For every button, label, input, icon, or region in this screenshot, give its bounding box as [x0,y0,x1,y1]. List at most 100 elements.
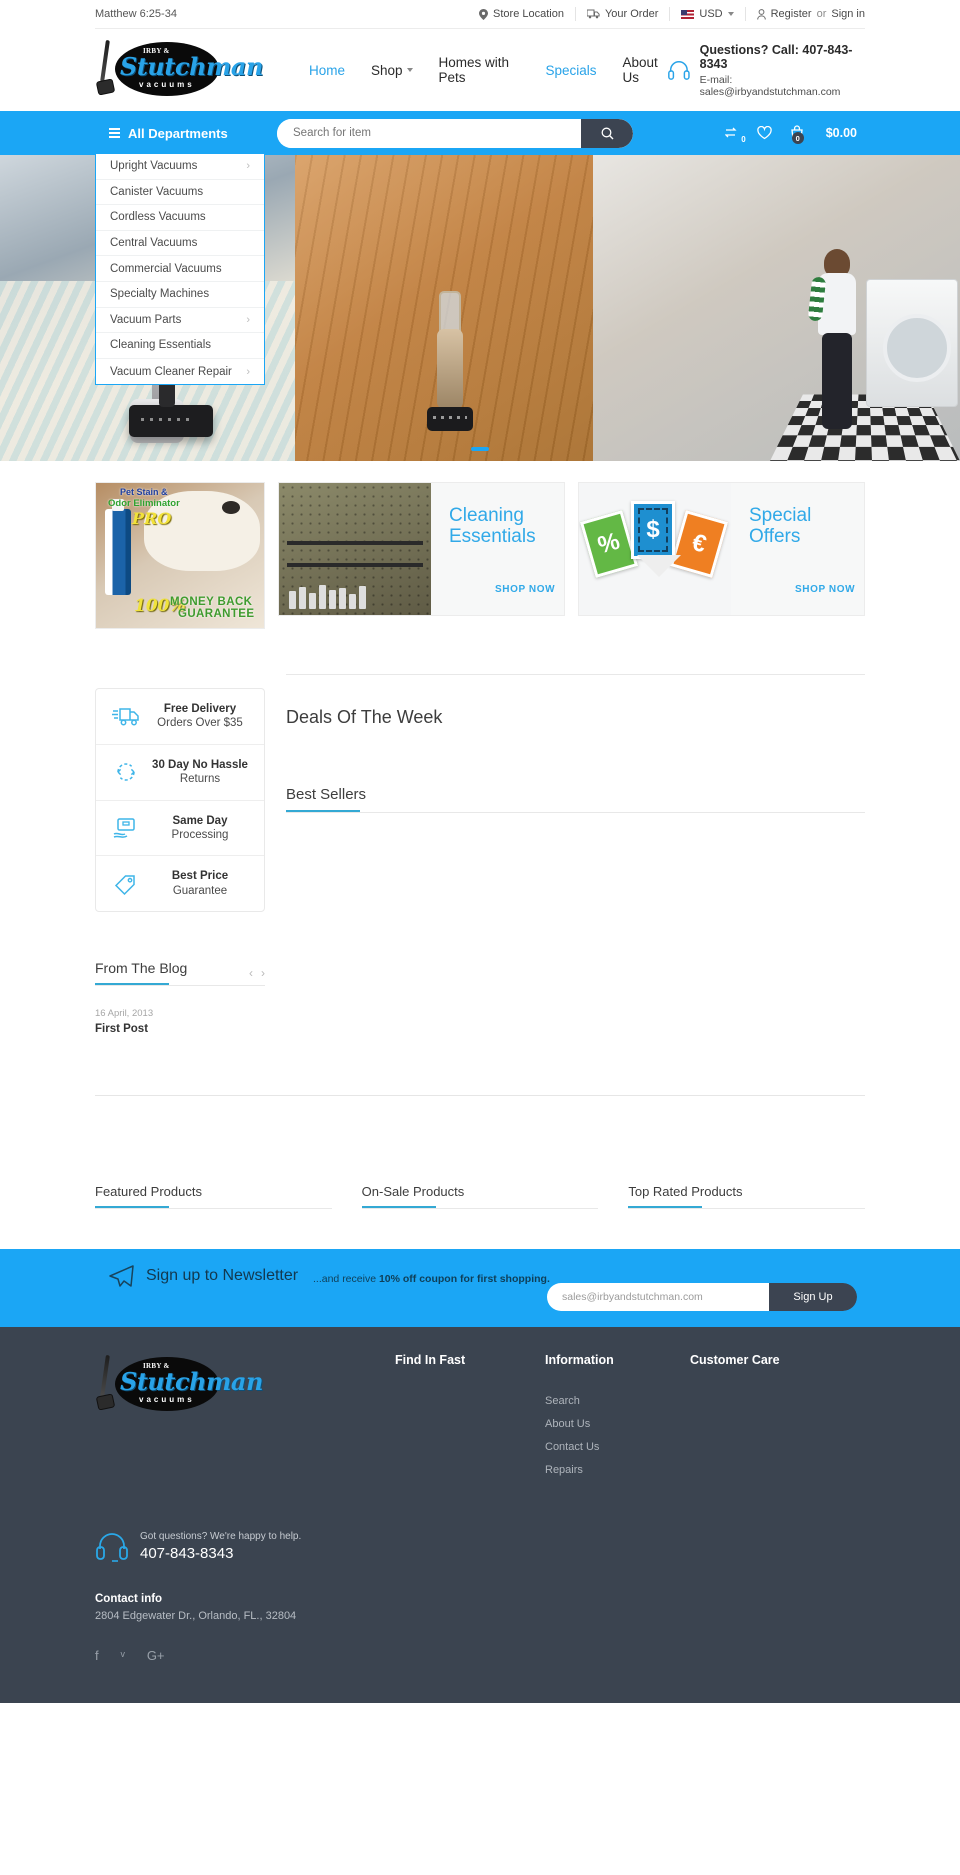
tab-on-sale-products[interactable]: On-Sale Products [361,1184,599,1209]
blog-post-item[interactable]: 16 April, 2013 First Post [95,1008,265,1035]
nav-item-homes-with-pets[interactable]: Homes with Pets [439,55,520,85]
hero-dot-1[interactable] [471,447,489,451]
delivery-truck-icon [112,708,139,726]
store-location-link[interactable]: Store Location [468,7,575,21]
google-plus-icon[interactable]: G+ [147,1648,165,1663]
price-tag-icon [114,874,135,895]
promo-offers-title: Special Offers [749,505,811,548]
footer-column-customer-care: Customer Care [690,1353,835,1487]
headset-icon [667,61,690,80]
dept-item-upright-vacuums[interactable]: Upright Vacuums › [96,154,264,180]
promo-offers-cta[interactable]: SHOP NOW [795,584,855,595]
service-subtitle: Processing [171,828,229,841]
blog-post-date: 16 April, 2013 [95,1008,154,1019]
register-link[interactable]: Register [771,7,812,21]
pet-promo-image: Pet Stain & Odor Eliminator PRO 100% MON… [96,483,264,628]
tab-featured-products[interactable]: Featured Products [95,1184,332,1209]
footer-link-search[interactable]: Search [545,1395,690,1407]
newsletter-email-input[interactable] [547,1283,769,1311]
blog-post-title[interactable]: First Post [95,1023,265,1035]
dept-label: Vacuum Cleaner Repair [110,365,232,378]
blog-title: From The Blog [95,960,187,985]
currency-selector[interactable]: USD [669,7,744,21]
store-location-label: Store Location [493,8,564,20]
nav-label-about-us: About Us [622,55,658,85]
heart-icon [757,126,772,140]
cart-button[interactable]: 0 [789,125,805,144]
wishlist-button[interactable] [757,126,772,140]
footer-support-phone: 407-843-8343 [140,1544,234,1562]
site-footer: IRBY & Stutchman vacuums Find In Fast In… [0,1327,960,1703]
arrow-down-icon [637,555,681,577]
nav-item-home[interactable]: Home [309,63,345,78]
chevron-right-icon: › [246,365,250,378]
blog-prev-button[interactable]: ‹ [249,966,253,980]
nav-item-about-us[interactable]: About Us [622,55,666,85]
your-order-link[interactable]: Your Order [574,7,669,21]
nav-item-shop[interactable]: Shop [371,63,413,78]
header-email-text: E-mail: sales@irbyandstutchman.com [699,73,841,98]
cart-count: 0 [791,132,804,144]
footer-link-about-us[interactable]: About Us [545,1418,690,1430]
search-input[interactable] [277,118,581,148]
promo-cleaning-essentials[interactable]: Cleaning Essentials SHOP NOW [278,482,565,616]
dept-label: Central Vacuums [110,237,198,250]
product-bottle [105,499,131,595]
blog-carousel-controls[interactable]: ‹ › [249,966,265,980]
promo-special-offers[interactable]: % € $ Special Offers SHOP NOW [578,482,865,616]
footer-link-repairs[interactable]: Repairs [545,1464,690,1476]
compare-icon [724,127,737,138]
dept-item-vacuum-cleaner-repair[interactable]: Vacuum Cleaner Repair › [96,359,264,385]
tab-top-rated-products[interactable]: Top Rated Products [628,1184,866,1209]
dept-item-specialty-machines[interactable]: Specialty Machines [96,282,264,308]
promo-pet-line1: Pet Stain & [120,487,168,497]
promo-pet-stain[interactable]: Pet Stain & Odor Eliminator PRO 100% MON… [95,482,265,629]
footer-heading-customer-care: Customer Care [690,1353,780,1367]
search-submit-button[interactable] [581,118,633,148]
flag-icon [681,9,695,19]
footer-contact-info: Contact info 2804 Edgewater Dr., Orlando… [95,1593,865,1622]
promo-cleaning-line2: Essentials [449,526,536,548]
chevron-down-icon [727,12,734,16]
main-navigation: Home Shop Homes with Pets Specials About… [309,55,667,85]
footer-logo[interactable]: IRBY & Stutchman vacuums [95,1353,263,1417]
best-sellers-title: Best Sellers [286,786,865,812]
promo-tiles: Pet Stain & Odor Eliminator PRO 100% MON… [95,482,865,629]
hero-image-wood-floor [295,155,593,461]
nav-item-specials[interactable]: Specials [545,63,596,78]
returns-arrows-icon [117,763,135,781]
footer-heading-find-in-fast: Find In Fast [395,1353,466,1367]
dept-item-canister-vacuums[interactable]: Canister Vacuums [96,180,264,206]
newsletter-signup-button[interactable]: Sign Up [769,1283,857,1311]
bible-verse-text: Matthew 6:25-34 [95,8,177,20]
services-card: Free Delivery Orders Over $35 30 Day No H… [95,688,265,912]
newsletter-form: Sign Up [547,1283,857,1311]
departments-dropdown[interactable]: Upright Vacuums › Canister Vacuums Cordle… [95,154,265,386]
search-bar: All Departments 0 0 $0.00 [0,111,960,155]
dept-label: Commercial Vacuums [110,262,222,275]
newsletter-subtitle: ...and receive 10% off coupon for first … [313,1273,550,1285]
deals-title: Deals Of The Week [286,707,443,727]
paper-plane-icon [109,1265,134,1287]
dept-item-commercial-vacuums[interactable]: Commercial Vacuums [96,256,264,282]
promo-cleaning-cta[interactable]: SHOP NOW [495,584,555,595]
blog-section: From The Blog ‹ › 16 April, 2013 First P… [95,960,265,1035]
site-header: IRBY & Stutchman vacuums Home Shop Homes… [95,29,865,111]
dept-item-cordless-vacuums[interactable]: Cordless Vacuums [96,205,264,231]
site-logo[interactable]: IRBY & Stutchman vacuums [95,38,263,102]
all-departments-label: All Departments [128,125,228,141]
hero-slide-indicators[interactable] [471,447,489,451]
compare-button[interactable]: 0 [724,126,746,144]
twitter-icon[interactable]: ᵛ [121,1648,125,1663]
cleaning-shelf-image [279,483,431,615]
facebook-icon[interactable]: f [95,1648,99,1663]
nav-label-home: Home [308,62,345,78]
signin-link[interactable]: Sign in [831,7,865,21]
all-departments-button[interactable]: All Departments [95,126,277,141]
dept-item-central-vacuums[interactable]: Central Vacuums [96,231,264,257]
footer-link-contact-us[interactable]: Contact Us [545,1441,690,1453]
dept-item-cleaning-essentials[interactable]: Cleaning Essentials [96,333,264,359]
blog-next-button[interactable]: › [261,966,265,980]
promo-cleaning-title: Cleaning Essentials [449,505,536,548]
dept-item-vacuum-parts[interactable]: Vacuum Parts › [96,308,264,334]
